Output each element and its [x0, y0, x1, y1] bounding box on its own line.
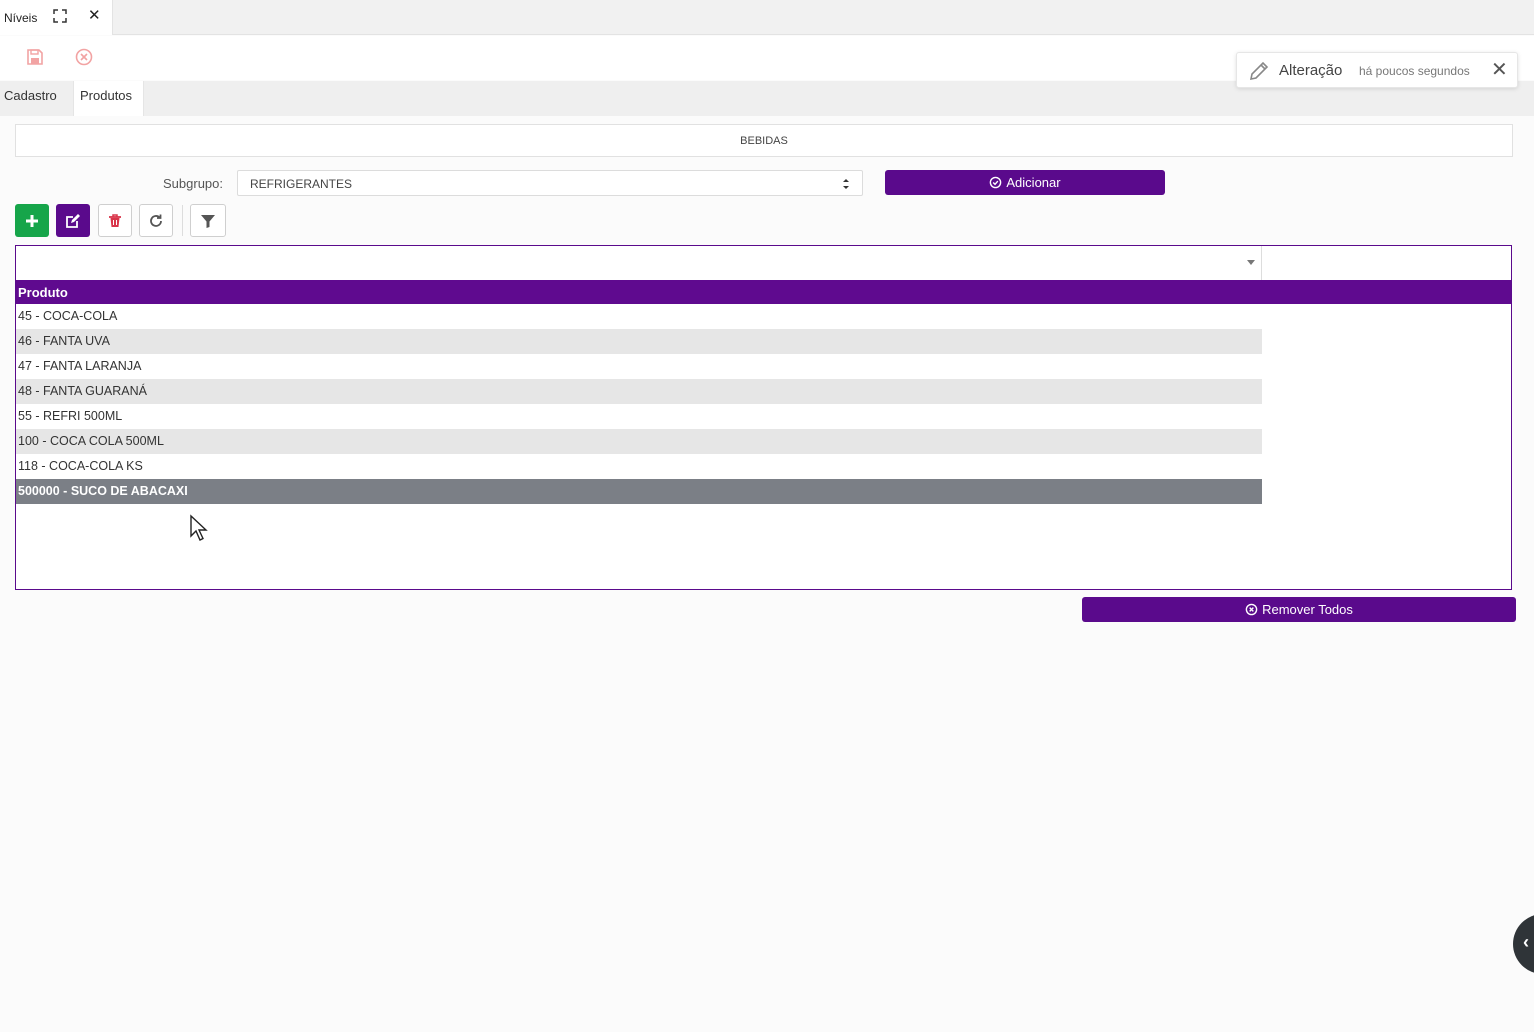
tab-cadastro[interactable]: Cadastro [0, 81, 73, 116]
notification-time: há poucos segundos [1359, 64, 1470, 78]
filter-caret-icon[interactable] [1247, 260, 1255, 265]
trash-icon [109, 213, 121, 227]
grid-rows: 45 - COCA-COLA 46 - FANTA UVA 47 - FANTA L… [16, 304, 1262, 504]
notification-close-icon[interactable]: ✕ [1491, 59, 1508, 81]
window-tab-strip: Níveis ✕ [0, 0, 1534, 35]
window-tab-title: Níveis [4, 10, 38, 25]
table-row[interactable]: 45 - COCA-COLA [16, 304, 1262, 329]
pencil-icon [1249, 61, 1269, 81]
produtos-grid: Produto 45 - COCA-COLA 46 - FANTA UVA 47 -… [15, 245, 1512, 590]
table-row[interactable]: 48 - FANTA GUARANÁ [16, 379, 1262, 404]
delete-button[interactable] [98, 204, 132, 237]
close-circle-icon [1245, 603, 1258, 616]
remover-todos-label: Remover Todos [1262, 602, 1353, 617]
grid-header-produto[interactable]: Produto [16, 280, 1511, 304]
cancel-icon[interactable] [74, 47, 94, 67]
change-notification: Alteração há poucos segundos ✕ [1236, 52, 1518, 88]
refresh-icon [150, 214, 162, 227]
refresh-button[interactable] [139, 204, 173, 237]
plus-icon [26, 214, 38, 227]
window-tab-niveis[interactable]: Níveis ✕ [0, 0, 113, 35]
table-row[interactable]: 47 - FANTA LARANJA [16, 354, 1262, 379]
table-row[interactable]: 500000 - SUCO DE ABACAXI [16, 479, 1262, 504]
check-circle-icon [990, 176, 1002, 189]
filter-button[interactable] [190, 204, 226, 237]
close-icon[interactable]: ✕ [88, 8, 101, 24]
table-row[interactable]: 118 - COCA-COLA KS [16, 454, 1262, 479]
add-button[interactable] [15, 204, 49, 237]
subgrupo-select[interactable]: REFRIGERANTES [237, 170, 863, 196]
subgrupo-label: Subgrupo: [163, 176, 223, 191]
side-panel-handle[interactable]: ‹ [1513, 914, 1534, 974]
group-title: BEBIDAS [15, 124, 1513, 157]
expand-icon[interactable] [53, 9, 67, 23]
remover-todos-button[interactable]: Remover Todos [1082, 597, 1516, 622]
filter-icon [201, 214, 215, 228]
tab-produtos[interactable]: Produtos [73, 81, 144, 116]
table-row[interactable]: 46 - FANTA UVA [16, 329, 1262, 354]
adicionar-button[interactable]: Adicionar [885, 170, 1165, 195]
subgrupo-value: REFRIGERANTES [250, 177, 353, 191]
adicionar-label: Adicionar [1006, 175, 1061, 190]
edit-icon [66, 213, 80, 228]
table-row[interactable]: 55 - REFRI 500ML [16, 404, 1262, 429]
mouse-cursor-icon [190, 514, 208, 541]
edit-button[interactable] [56, 204, 90, 237]
chevron-left-icon: ‹ [1523, 932, 1529, 952]
select-arrows-icon [843, 179, 849, 189]
toolbar-separator [182, 205, 183, 236]
save-icon[interactable] [25, 47, 45, 67]
grid-filter-row[interactable] [16, 246, 1262, 280]
table-row[interactable]: 100 - COCA COLA 500ML [16, 429, 1262, 454]
notification-label: Alteração [1279, 62, 1343, 79]
